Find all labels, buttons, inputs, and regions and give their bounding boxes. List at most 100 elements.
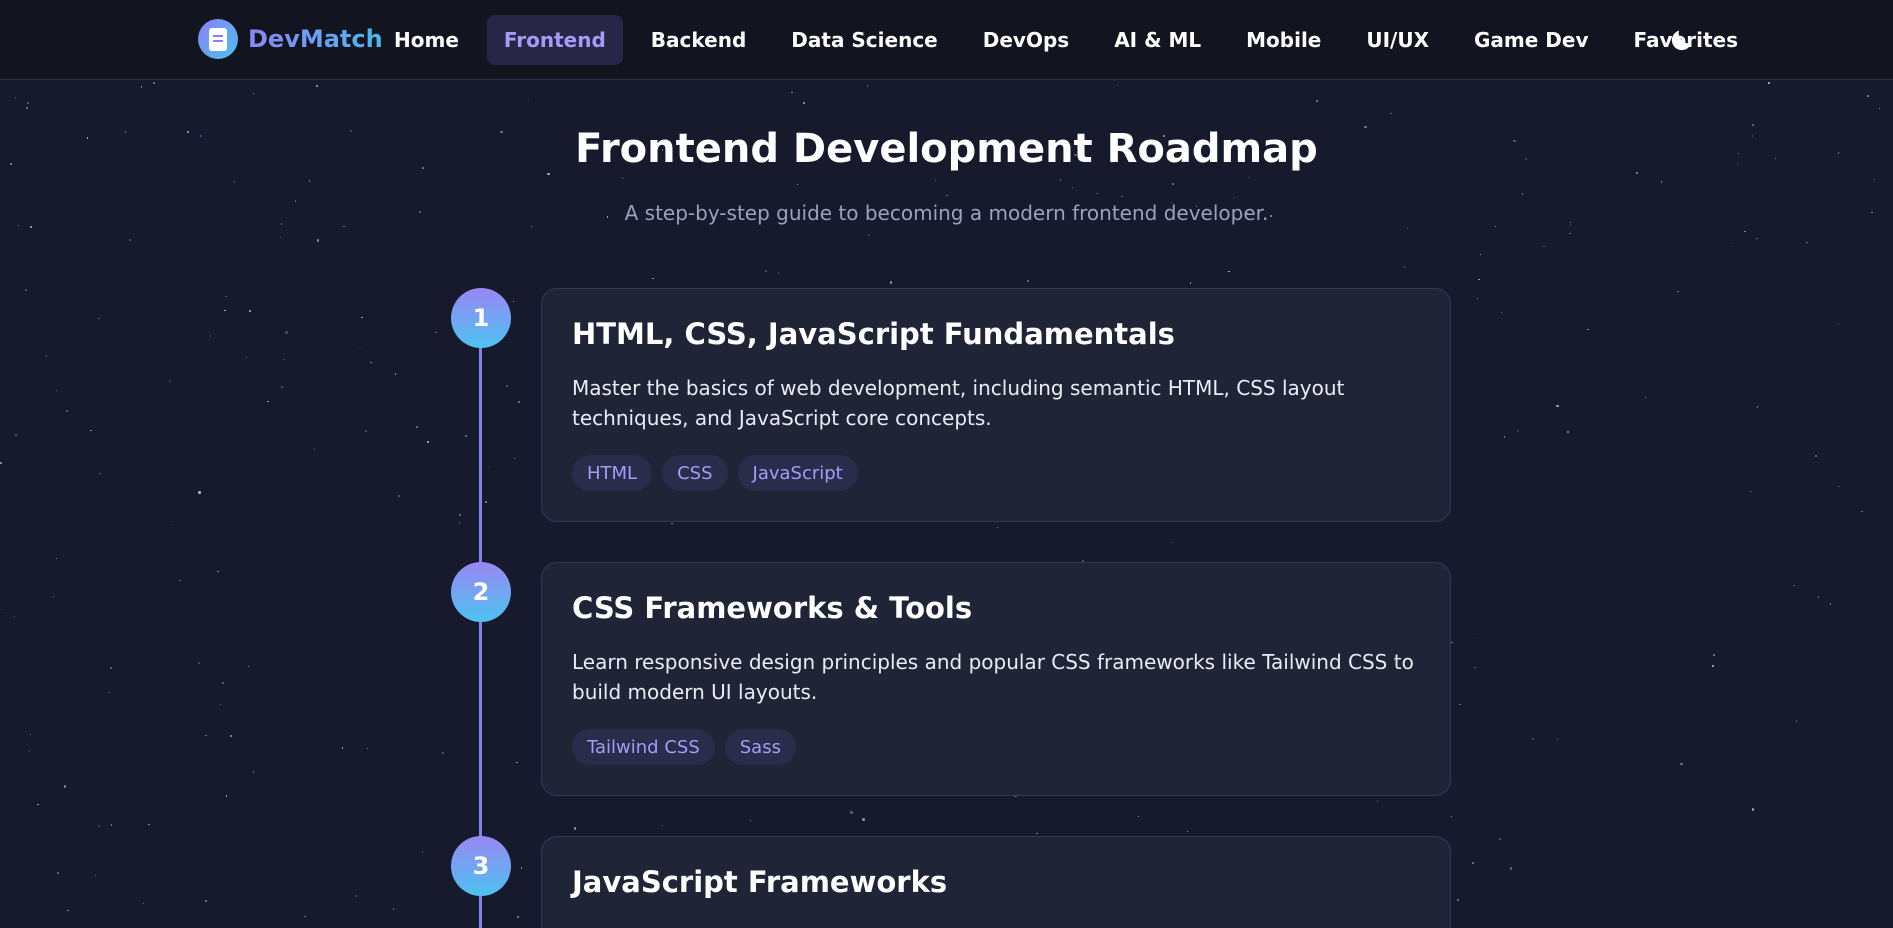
- star-dot: [13, 615, 16, 618]
- star-dot: [249, 310, 251, 312]
- star-dot: [802, 101, 806, 105]
- nav-item-ai-ml[interactable]: AI & ML: [1097, 15, 1218, 65]
- star-dot: [889, 281, 893, 284]
- star-dot: [1756, 237, 1758, 240]
- star-dot: [14, 97, 17, 99]
- nav-item-data-science[interactable]: Data Science: [774, 15, 954, 65]
- star-dot: [1096, 192, 1098, 195]
- star-dot: [1756, 406, 1759, 408]
- star-dot: [850, 811, 853, 814]
- star-dot: [52, 596, 55, 598]
- star-dot: [1451, 641, 1453, 644]
- star-dot: [487, 465, 490, 468]
- star-dot: [1137, 815, 1140, 818]
- star-dot: [621, 177, 624, 179]
- star-dot: [1516, 429, 1520, 433]
- star-dot: [14, 433, 18, 437]
- star-dot: [1036, 832, 1038, 835]
- star-dot: [520, 867, 523, 869]
- star-dot: [343, 225, 345, 228]
- star-dot: [219, 703, 222, 706]
- star-dot: [29, 733, 32, 736]
- star-dot: [341, 747, 344, 749]
- star-dot: [315, 84, 319, 87]
- star-dot: [370, 361, 372, 364]
- star-dot: [230, 735, 232, 737]
- nav-item-home[interactable]: Home: [377, 15, 476, 65]
- star-dot: [25, 289, 27, 291]
- step-description: Learn responsive design principles and p…: [572, 650, 1414, 704]
- star-dot: [198, 491, 201, 494]
- star-dot: [1403, 266, 1406, 268]
- star-dot: [398, 495, 400, 497]
- star-dot: [108, 691, 110, 694]
- nav-item-game-dev[interactable]: Game Dev: [1457, 15, 1605, 65]
- star-dot: [225, 795, 228, 797]
- star-dot: [55, 557, 58, 560]
- star-dot: [283, 358, 285, 361]
- star-dot: [1768, 82, 1770, 84]
- star-dot: [1450, 815, 1453, 818]
- star-dot: [868, 234, 870, 236]
- brand-logo-link[interactable]: DevMatch: [198, 19, 383, 59]
- star-dot: [749, 819, 752, 822]
- star-dot: [63, 785, 67, 788]
- star-dot: [1677, 290, 1679, 293]
- star-dot: [153, 82, 155, 84]
- star-dot: [796, 183, 799, 185]
- step-title: JavaScript Frameworks: [572, 865, 948, 899]
- star-dot: [652, 277, 654, 280]
- star-dot: [30, 226, 32, 228]
- star-dot: [1189, 282, 1192, 284]
- star-dot: [1556, 404, 1559, 408]
- star-dot: [1873, 178, 1876, 181]
- star-dot: [517, 400, 521, 404]
- star-dot: [99, 472, 101, 475]
- star-dot: [1170, 541, 1173, 544]
- step-number-badge: 3: [451, 836, 511, 896]
- star-dot: [661, 824, 664, 827]
- tag-sass: Sass: [724, 729, 796, 765]
- star-dot: [1744, 230, 1746, 233]
- nav-item-mobile[interactable]: Mobile: [1229, 15, 1338, 65]
- star-dot: [506, 385, 508, 387]
- star-dot: [217, 570, 219, 573]
- roadmap-step-card[interactable]: JavaScript Frameworks: [541, 836, 1451, 928]
- star-dot: [394, 373, 397, 375]
- nav-item-devops[interactable]: DevOps: [966, 15, 1086, 65]
- star-dot: [996, 526, 999, 529]
- star-dot: [209, 335, 212, 337]
- star-dot: [1730, 245, 1733, 248]
- nav-item-frontend[interactable]: Frontend: [486, 15, 623, 65]
- star-dot: [1186, 830, 1189, 832]
- star-dot: [98, 317, 100, 320]
- star-dot: [1499, 838, 1501, 840]
- star-dot: [1531, 737, 1535, 741]
- star-dot: [221, 681, 225, 685]
- star-dot: [866, 85, 869, 87]
- nav-item-backend[interactable]: Backend: [634, 15, 763, 65]
- star-dot: [1521, 193, 1524, 195]
- roadmap-step-card[interactable]: HTML, CSS, JavaScript Fundamentals Maste…: [541, 288, 1451, 522]
- star-dot: [1556, 738, 1559, 740]
- star-dot: [777, 272, 780, 274]
- moon-icon[interactable]: [1668, 26, 1696, 54]
- star-dot: [671, 522, 673, 525]
- star-dot: [946, 194, 948, 197]
- tag-tailwind-css: Tailwind CSS: [572, 729, 715, 765]
- star-dot: [1793, 584, 1795, 587]
- star-dot: [1636, 172, 1638, 174]
- nav-item-ui-ux[interactable]: UI/UX: [1349, 15, 1446, 65]
- star-dot: [1795, 720, 1798, 722]
- star-dot: [67, 909, 69, 912]
- star-dot: [1750, 490, 1752, 493]
- brand-name: DevMatch: [248, 25, 383, 53]
- star-dot: [1680, 762, 1683, 766]
- roadmap-step-card[interactable]: CSS Frameworks & Tools Learn responsive …: [541, 562, 1451, 796]
- star-dot: [205, 900, 207, 902]
- star-dot: [1316, 100, 1318, 102]
- star-dot: [316, 239, 320, 242]
- star-dot: [1751, 808, 1755, 811]
- step-description: Master the basics of web development, in…: [572, 376, 1345, 430]
- star-dot: [1543, 245, 1545, 248]
